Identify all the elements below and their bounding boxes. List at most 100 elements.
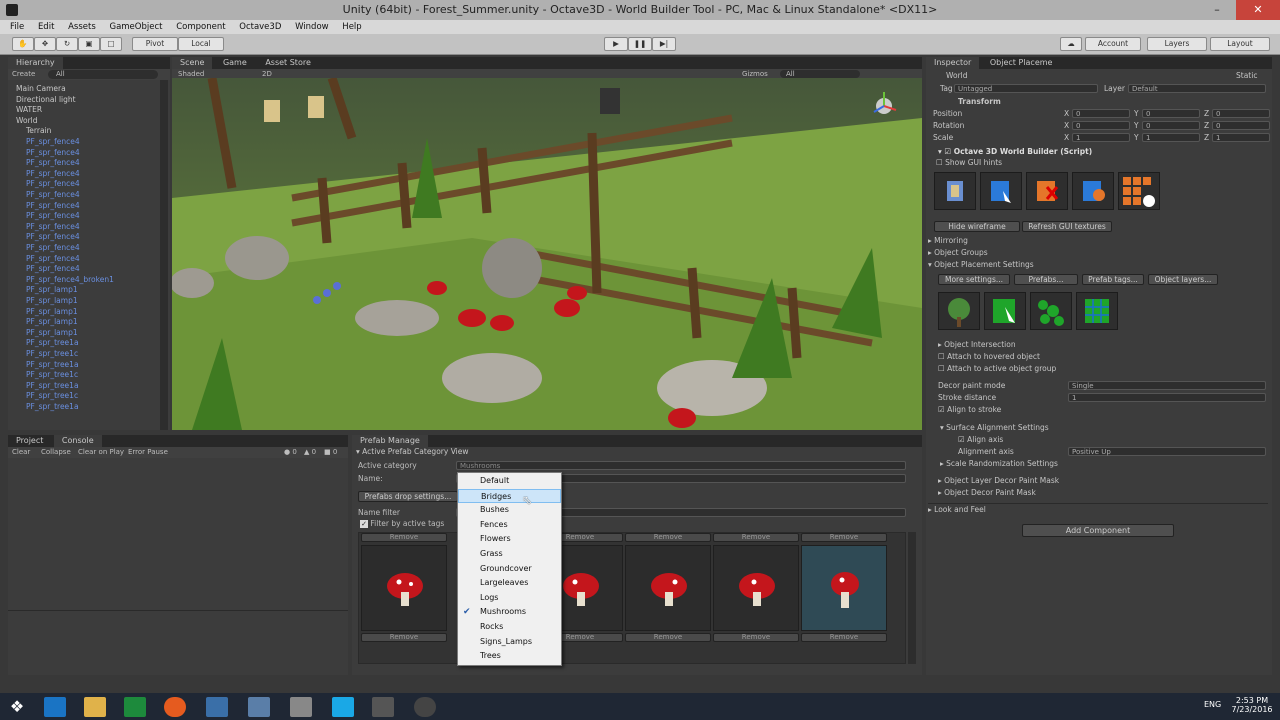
hierarchy-item[interactable]: PF_spr_fence4_broken1 <box>8 275 168 286</box>
pivot-toggle[interactable]: Pivot <box>132 37 178 51</box>
hierarchy-item[interactable]: PF_spr_tree1a <box>8 381 168 392</box>
remove-button[interactable]: Remove <box>713 633 799 642</box>
hierarchy-item[interactable]: PF_spr_tree1c <box>8 391 168 402</box>
pos-x-field[interactable]: 0 <box>1072 109 1130 118</box>
category-option[interactable]: Flowers <box>458 532 561 547</box>
object-decor-mask-section[interactable]: ▸ Object Decor Paint Mask <box>938 488 1036 497</box>
remove-button[interactable]: Remove <box>801 533 887 542</box>
remove-button[interactable]: Remove <box>625 533 711 542</box>
hierarchy-item[interactable]: PF_spr_lamp1 <box>8 296 168 307</box>
object-layers-button[interactable]: Object layers... <box>1148 274 1218 285</box>
clear-button[interactable]: Clear <box>12 447 30 458</box>
decor-paint-grid-icon[interactable] <box>1076 292 1118 330</box>
hierarchy-item[interactable]: PF_spr_lamp1 <box>8 328 168 339</box>
hierarchy-item[interactable]: PF_spr_fence4 <box>8 243 168 254</box>
hierarchy-item[interactable]: PF_spr_tree1c <box>8 370 168 381</box>
refresh-gui-textures-button[interactable]: Refresh GUI textures <box>1022 221 1112 232</box>
app-icon[interactable] <box>206 697 228 717</box>
menu-gameobject[interactable]: GameObject <box>109 22 162 32</box>
object-groups-section[interactable]: ▸ Object Groups <box>928 248 988 257</box>
hierarchy-item[interactable]: Terrain <box>8 126 168 137</box>
menu-window[interactable]: Window <box>295 22 329 32</box>
hide-wireframe-button[interactable]: Hide wireframe <box>934 221 1020 232</box>
clear-on-play-button[interactable]: Clear on Play <box>78 447 124 458</box>
scl-y-field[interactable]: 1 <box>1142 133 1200 142</box>
firefox-icon[interactable] <box>164 697 186 717</box>
hierarchy-item[interactable]: Main Camera <box>8 84 168 95</box>
category-option[interactable]: Largeleaves <box>458 576 561 591</box>
tab-prefab-manager[interactable]: Prefab Manage <box>352 435 428 447</box>
clock[interactable]: 2:53 PM 7/23/2016 <box>1230 696 1274 714</box>
category-option[interactable]: Logs <box>458 591 561 606</box>
remove-button[interactable]: Remove <box>713 533 799 542</box>
hierarchy-item[interactable]: PF_spr_fence4 <box>8 190 168 201</box>
remove-button[interactable]: Remove <box>361 633 447 642</box>
prefab-grid-scrollbar[interactable] <box>908 532 916 664</box>
hierarchy-item[interactable]: WATER <box>8 105 168 116</box>
account-dropdown[interactable]: Account <box>1085 37 1141 51</box>
scene-search-input[interactable]: All <box>780 70 860 78</box>
hierarchy-item[interactable]: World <box>8 116 168 127</box>
category-option[interactable]: Grass <box>458 547 561 562</box>
align-to-stroke-toggle[interactable]: ☑ Align to stroke <box>938 405 1001 414</box>
tab-project[interactable]: Project <box>8 435 51 447</box>
object-name[interactable]: World <box>946 71 968 80</box>
local-toggle[interactable]: Local <box>178 37 224 51</box>
app-icon[interactable] <box>248 697 270 717</box>
prefabs-button[interactable]: Prefabs... <box>1014 274 1078 285</box>
hierarchy-item[interactable]: Directional light <box>8 95 168 106</box>
object-erase-icon[interactable] <box>1026 172 1068 210</box>
transform-header[interactable]: Transform <box>958 97 1001 106</box>
active-category-dropdown[interactable]: Mushrooms <box>456 461 906 470</box>
decor-mode-dropdown[interactable]: Single <box>1068 381 1266 390</box>
prefab-tags-button[interactable]: Prefab tags... <box>1082 274 1144 285</box>
category-option[interactable]: Signs_Lamps <box>458 635 561 650</box>
tab-game[interactable]: Game <box>215 57 255 69</box>
category-option[interactable]: Bushes <box>458 503 561 518</box>
stroke-distance-field[interactable]: 1 <box>1068 393 1266 402</box>
category-option[interactable]: Default <box>458 474 561 489</box>
tab-asset-store[interactable]: Asset Store <box>257 57 319 69</box>
pos-z-field[interactable]: 0 <box>1212 109 1270 118</box>
windows-start-icon[interactable]: ❖ <box>6 697 28 717</box>
menu-assets[interactable]: Assets <box>68 22 96 32</box>
error-pause-button[interactable]: Error Pause <box>128 447 168 458</box>
object-snapping-icon[interactable] <box>1072 172 1114 210</box>
error-count-badge[interactable]: ■ 0 <box>324 447 337 458</box>
remove-button[interactable]: Remove <box>625 633 711 642</box>
hierarchy-item[interactable]: PF_spr_tree1a <box>8 402 168 413</box>
scale-tool-icon[interactable]: ▣ <box>78 37 100 51</box>
hierarchy-item[interactable]: PF_spr_tree1a <box>8 338 168 349</box>
warning-count-badge[interactable]: ▲ 0 <box>304 447 316 458</box>
object-placement-icon[interactable] <box>934 172 976 210</box>
filter-by-tags-toggle[interactable]: ✓ Filter by active tags <box>360 519 444 528</box>
alignment-axis-dropdown[interactable]: Positive Up <box>1068 447 1266 456</box>
hierarchy-item[interactable]: PF_spr_fence4 <box>8 222 168 233</box>
prefabs-drop-settings-button[interactable]: Prefabs drop settings... <box>358 491 458 502</box>
tab-hierarchy[interactable]: Hierarchy <box>8 57 63 69</box>
hierarchy-item[interactable]: PF_spr_fence4 <box>8 179 168 190</box>
object-selection-icon[interactable] <box>980 172 1022 210</box>
rect-tool-icon[interactable]: □ <box>100 37 122 51</box>
script-header[interactable]: ▾ ☑ Octave 3D World Builder (Script) <box>938 147 1092 156</box>
mirroring-section[interactable]: ▸ Mirroring <box>928 236 968 245</box>
info-count-badge[interactable]: ● 0 <box>284 447 297 458</box>
hierarchy-search-input[interactable]: All <box>48 70 158 79</box>
tab-scene[interactable]: Scene <box>172 57 213 69</box>
more-settings-button[interactable]: More settings... <box>938 274 1010 285</box>
prefab-tile[interactable] <box>625 545 711 631</box>
category-option[interactable]: Bridges <box>458 488 561 504</box>
hierarchy-item[interactable]: PF_spr_fence4 <box>8 254 168 265</box>
scene-viewport[interactable] <box>172 78 922 430</box>
pause-button[interactable]: ❚❚ <box>628 37 652 51</box>
layout-dropdown[interactable]: Layout <box>1210 37 1270 51</box>
prefab-tile[interactable] <box>713 545 799 631</box>
decor-paint-cursor-icon[interactable] <box>984 292 1026 330</box>
tab-console[interactable]: Console <box>53 435 102 447</box>
collapse-button[interactable]: Collapse <box>41 447 71 458</box>
menu-octave3d[interactable]: Octave3D <box>239 22 281 32</box>
remove-button[interactable]: Remove <box>801 633 887 642</box>
rotate-tool-icon[interactable]: ↻ <box>56 37 78 51</box>
scl-z-field[interactable]: 1 <box>1212 133 1270 142</box>
hierarchy-item[interactable]: PF_spr_lamp1 <box>8 285 168 296</box>
